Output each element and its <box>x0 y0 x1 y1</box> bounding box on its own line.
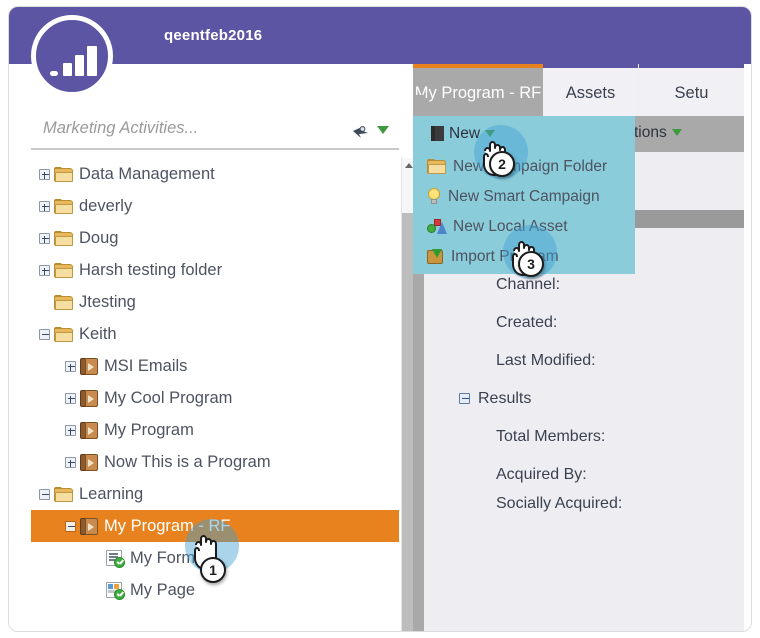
menu-item-label: New Smart Campaign <box>448 188 600 205</box>
expand-plus-icon[interactable] <box>39 169 50 181</box>
tree-item-label: MSI Emails <box>104 357 188 375</box>
program-summary-panel: SettingsChannel:Created:Last Modified:Re… <box>441 228 744 631</box>
top-banner: qeentfeb2016 <box>9 7 751 64</box>
workspace-title: qeentfeb2016 <box>164 27 263 44</box>
program-icon <box>80 358 98 376</box>
green-caret-down-icon[interactable] <box>671 129 682 137</box>
expand-plus-icon[interactable] <box>65 457 76 469</box>
new-label: New <box>449 125 481 142</box>
detail-field-acquired-by: Acquired By: <box>496 466 587 483</box>
search-arrow-icon[interactable] <box>351 120 371 140</box>
app-window: qeentfeb2016 Data Management deverly Doug H… <box>8 6 752 632</box>
folder-icon <box>54 327 73 343</box>
program-icon <box>80 454 98 472</box>
tab-my-program-rf[interactable]: My Program - RF <box>413 64 543 116</box>
expand-plus-icon[interactable] <box>65 425 76 437</box>
folder-icon <box>54 295 73 311</box>
tab-setup[interactable]: Setu <box>639 64 744 116</box>
tree-item-keith[interactable]: Keith <box>31 318 399 350</box>
folder-icon <box>427 159 446 175</box>
folder-icon <box>54 199 73 215</box>
tree-item-label: Harsh testing folder <box>79 261 223 279</box>
program-icon <box>80 422 98 440</box>
detail-field-socially-acquired: Socially Acquired: <box>496 495 623 512</box>
tree-item-data-management[interactable]: Data Management <box>31 158 399 190</box>
tree-item-label: deverly <box>79 197 133 215</box>
program-icon <box>80 390 98 408</box>
new-book-icon <box>431 126 444 142</box>
tree-item-my-cool-program[interactable]: My Cool Program <box>31 382 399 414</box>
tree-item-learning[interactable]: Learning <box>31 478 399 510</box>
local-asset-icon <box>427 218 447 235</box>
program-icon <box>80 518 98 536</box>
tree-item-doug[interactable]: Doug <box>31 222 399 254</box>
collapse-minus-icon[interactable] <box>459 393 470 405</box>
search-input[interactable] <box>41 118 341 139</box>
tab-assets[interactable]: Assets <box>543 64 638 116</box>
tree-item-label: My Cool Program <box>104 389 233 407</box>
logo-bars <box>50 44 100 76</box>
folder-icon <box>54 167 73 183</box>
lightbulb-icon <box>427 188 441 205</box>
tab-label: Assets <box>565 84 616 102</box>
panel-right-gap <box>744 64 751 631</box>
expand-plus-icon[interactable] <box>39 265 50 277</box>
tree-item-my-program[interactable]: My Program <box>31 414 399 446</box>
detail-group-label: Results <box>478 390 532 407</box>
callout-badge-3: 3 <box>518 251 544 277</box>
tree-item-label: Now This is a Program <box>104 453 271 471</box>
tab-strip: My Program - RF Assets Setu <box>413 64 744 116</box>
tree-item-label: Data Management <box>79 165 215 183</box>
tree-item-harsh-testing-folder[interactable]: Harsh testing folder <box>31 254 399 286</box>
page-icon <box>106 582 125 601</box>
collapse-minus-icon[interactable] <box>39 329 50 341</box>
tree-item-label: My Program <box>104 421 194 439</box>
detail-field-last-modified: Last Modified: <box>496 352 596 369</box>
tab-label: My Program - RF <box>414 84 542 102</box>
tree-item-deverly[interactable]: deverly <box>31 190 399 222</box>
import-icon <box>427 248 444 265</box>
form-icon <box>106 550 125 569</box>
callout-badge-2: 2 <box>489 151 515 177</box>
tree-item-label: Jtesting <box>79 293 136 311</box>
folder-icon <box>54 231 73 247</box>
tab-label: Setu <box>674 84 709 102</box>
collapse-minus-icon[interactable] <box>39 489 50 501</box>
collapse-minus-icon[interactable] <box>65 521 76 533</box>
expand-plus-icon[interactable] <box>65 393 76 405</box>
scroll-up-arrow-icon[interactable] <box>405 163 413 168</box>
tree-item-label: Keith <box>79 325 117 343</box>
tree-item-label: Learning <box>79 485 144 503</box>
expand-plus-icon[interactable] <box>39 233 50 245</box>
folder-icon <box>54 263 73 279</box>
tree-item-jtesting[interactable]: Jtesting <box>31 286 399 318</box>
tree-item-label: Doug <box>79 229 119 247</box>
menu-item-new-smart-campaign[interactable]: New Smart Campaign <box>413 182 635 212</box>
detail-field-total-members: Total Members: <box>496 428 606 445</box>
detail-field-created: Created: <box>496 314 558 331</box>
search-row <box>31 116 399 150</box>
callout-badge-1: 1 <box>200 557 226 583</box>
tree-item-label: My Page <box>130 581 196 599</box>
program-detail-panel: My Program - RF Assets Setu Program Acti… <box>413 64 744 631</box>
tree-item-now-this-is-a-program[interactable]: Now This is a Program <box>31 446 399 478</box>
expand-plus-icon[interactable] <box>65 361 76 373</box>
tree-item-msi-emails[interactable]: MSI Emails <box>31 350 399 382</box>
expand-plus-icon[interactable] <box>39 201 50 213</box>
bar-chart-logo-icon <box>31 15 113 97</box>
green-caret-down-icon[interactable] <box>377 126 389 134</box>
folder-icon <box>54 487 73 503</box>
detail-group-results[interactable]: Results <box>441 380 744 418</box>
